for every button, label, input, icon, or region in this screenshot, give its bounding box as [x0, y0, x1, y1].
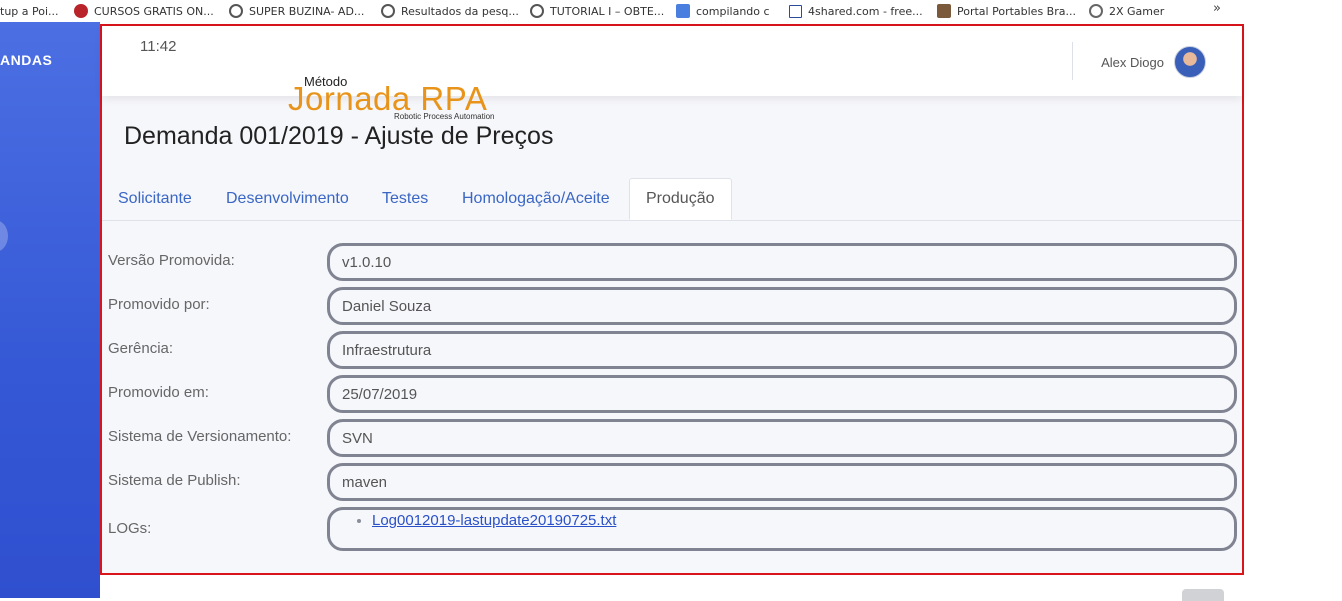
sistema-versionamento-field[interactable]: SVN: [327, 419, 1237, 457]
form-row: Sistema de Publish: maven: [102, 462, 1242, 506]
field-label: Sistema de Versionamento:: [108, 428, 292, 445]
sistema-publish-field[interactable]: maven: [327, 463, 1237, 501]
user-menu[interactable]: Alex Diogo: [1101, 46, 1206, 78]
bookmark-item[interactable]: TUTORIAL I – OBTE...: [530, 0, 664, 22]
wordpress-icon: [1089, 4, 1103, 18]
bookmark-item[interactable]: 2X Gamer: [1089, 0, 1164, 22]
clock: 11:42: [140, 38, 177, 55]
list-item: Log0012019-lastupdate20190725.txt: [372, 512, 616, 529]
bookmark-label: SUPER BUZINA- AD...: [249, 4, 365, 18]
sidebar: ANDAS: [0, 22, 100, 598]
scrollbar-thumb[interactable]: [1182, 589, 1224, 601]
globe-icon: [229, 4, 243, 18]
bookmark-label: compilando c: [696, 4, 770, 18]
bookmark-item[interactable]: 4shared.com - free...: [789, 0, 923, 22]
bookmark-label: TUTORIAL I – OBTE...: [550, 4, 665, 18]
field-label: Promovido por:: [108, 296, 210, 313]
red-circle-icon: [74, 4, 88, 18]
versao-promovida-field[interactable]: v1.0.10: [327, 243, 1237, 281]
bookmark-label: 4shared.com - free...: [808, 4, 923, 18]
google-translate-icon: [676, 4, 690, 18]
tab-homologacao-aceite[interactable]: Homologação/Aceite: [446, 178, 626, 219]
log-file-link[interactable]: Log0012019-lastupdate20190725.txt: [372, 512, 616, 529]
logs-field: Log0012019-lastupdate20190725.txt: [327, 507, 1237, 551]
form-row: Sistema de Versionamento: SVN: [102, 418, 1242, 462]
sidebar-toggle-handle[interactable]: [0, 220, 8, 252]
tab-bar: Solicitante Desenvolvimento Testes Homol…: [102, 178, 1242, 221]
form-row: Promovido em: 25/07/2019: [102, 374, 1242, 418]
tab-desenvolvimento[interactable]: Desenvolvimento: [210, 178, 365, 219]
avatar[interactable]: [1174, 46, 1206, 78]
divider: [1072, 42, 1073, 80]
field-label: LOGs:: [108, 520, 152, 537]
form-row: Versão Promovida: v1.0.10: [102, 242, 1242, 286]
bookmarks-more-button[interactable]: »: [1213, 1, 1221, 16]
bookmark-label: Portal Portables Bra...: [957, 4, 1076, 18]
bookmark-item[interactable]: compilando c: [676, 0, 770, 22]
logo: Método Jornada RPA Robotic Process Autom…: [288, 74, 498, 126]
sidebar-item-demandas[interactable]: ANDAS: [0, 52, 52, 68]
field-label: Sistema de Publish:: [108, 472, 241, 489]
logs-list: Log0012019-lastupdate20190725.txt: [342, 512, 616, 529]
gerencia-field[interactable]: Infraestrutura: [327, 331, 1237, 369]
main-panel: 11:42 Alex Diogo Método Jornada RPA Robo…: [100, 24, 1244, 575]
tab-solicitante[interactable]: Solicitante: [102, 178, 208, 219]
portal-icon: [937, 4, 951, 18]
user-name: Alex Diogo: [1101, 54, 1164, 70]
bookmark-item[interactable]: CURSOS GRATIS ON...: [74, 0, 214, 22]
form-row: Gerência: Infraestrutura: [102, 330, 1242, 374]
form-row: LOGs: Log0012019-lastupdate20190725.txt: [102, 506, 1242, 558]
field-label: Gerência:: [108, 340, 174, 357]
promovido-em-field[interactable]: 25/07/2019: [327, 375, 1237, 413]
form-row: Promovido por: Daniel Souza: [102, 286, 1242, 330]
bookmark-item[interactable]: SUPER BUZINA- AD...: [229, 0, 364, 22]
top-navbar: 11:42 Alex Diogo: [102, 26, 1242, 96]
field-label: Versão Promovida:: [108, 252, 235, 269]
tab-testes[interactable]: Testes: [366, 178, 444, 219]
bookmark-item[interactable]: tup a Poi...: [0, 0, 59, 22]
bookmarks-bar: tup a Poi... CURSOS GRATIS ON... SUPER B…: [0, 0, 1342, 22]
bookmark-label: Resultados da pesq...: [401, 4, 519, 18]
4shared-icon: [789, 4, 802, 18]
globe-icon: [381, 4, 395, 18]
page-title: Demanda 001/2019 - Ajuste de Preços: [124, 122, 554, 150]
bookmark-item[interactable]: Resultados da pesq...: [381, 0, 519, 22]
bookmark-label: 2X Gamer: [1109, 4, 1165, 18]
tab-producao[interactable]: Produção: [629, 178, 732, 220]
bookmark-item[interactable]: Portal Portables Bra...: [937, 0, 1076, 22]
logo-subtitle: Robotic Process Automation: [394, 112, 495, 121]
promovido-por-field[interactable]: Daniel Souza: [327, 287, 1237, 325]
globe-icon: [530, 4, 544, 18]
bookmark-label: CURSOS GRATIS ON...: [94, 4, 214, 18]
field-label: Promovido em:: [108, 384, 209, 401]
bookmark-label: tup a Poi...: [0, 4, 59, 18]
